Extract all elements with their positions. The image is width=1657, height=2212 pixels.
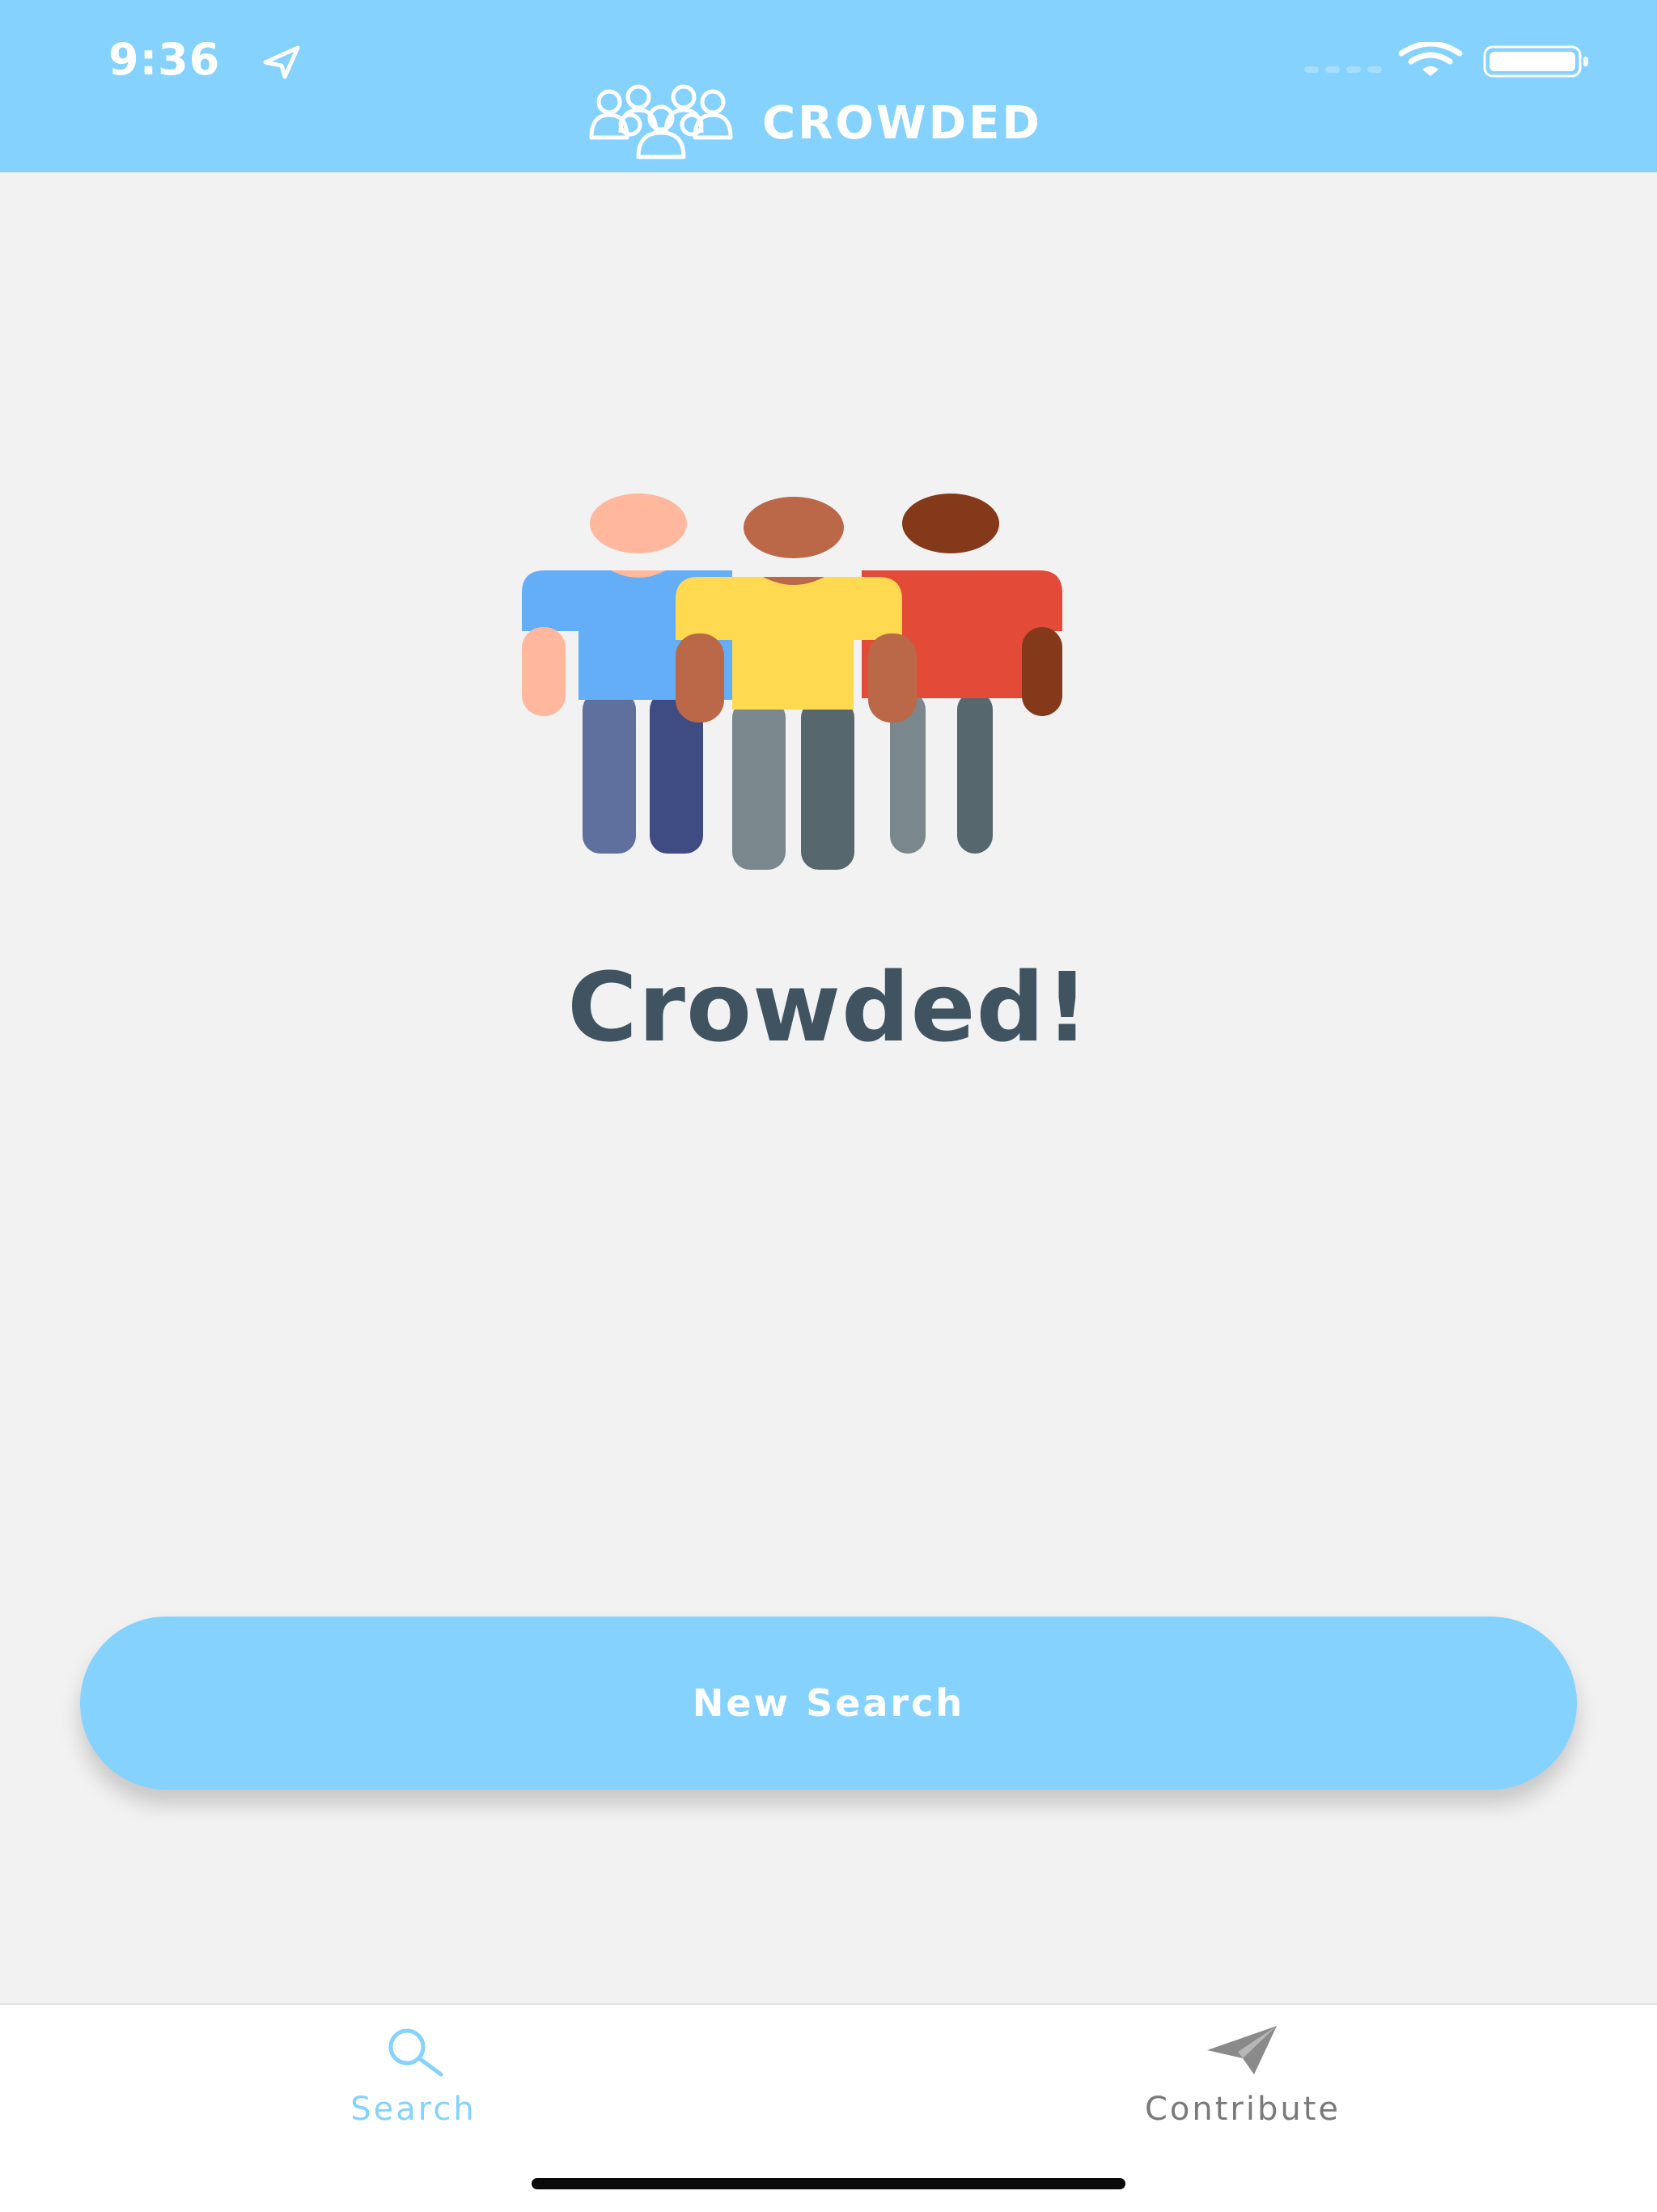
new-search-button[interactable]: New Search bbox=[80, 1617, 1577, 1790]
cellular-signal-icon bbox=[1304, 66, 1382, 73]
location-arrow-icon bbox=[263, 45, 300, 79]
paper-plane-icon bbox=[1207, 2026, 1277, 2074]
tab-search-label: Search bbox=[350, 2091, 477, 2128]
home-indicator bbox=[532, 2178, 1125, 2189]
app-title: CROWDED bbox=[762, 97, 1042, 150]
wifi-icon bbox=[1398, 42, 1463, 76]
new-search-button-label: New Search bbox=[692, 1681, 965, 1725]
battery-icon bbox=[1483, 45, 1588, 78]
tab-contribute-label: Contribute bbox=[1144, 2091, 1341, 2128]
person-middle-figure bbox=[676, 497, 917, 870]
crowd-people-illustration bbox=[522, 494, 1062, 870]
status-time: 9:36 bbox=[108, 34, 221, 85]
search-icon bbox=[388, 2028, 443, 2077]
tab-contribute[interactable]: Contribute bbox=[1000, 2005, 1485, 2151]
app-header: 9:36 CROWDED bbox=[0, 0, 1657, 172]
app-brand: CROWDED bbox=[588, 84, 1090, 160]
tab-search[interactable]: Search bbox=[171, 2005, 656, 2151]
page-title: Crowded! bbox=[567, 951, 1090, 1063]
people-group-icon bbox=[589, 84, 733, 159]
